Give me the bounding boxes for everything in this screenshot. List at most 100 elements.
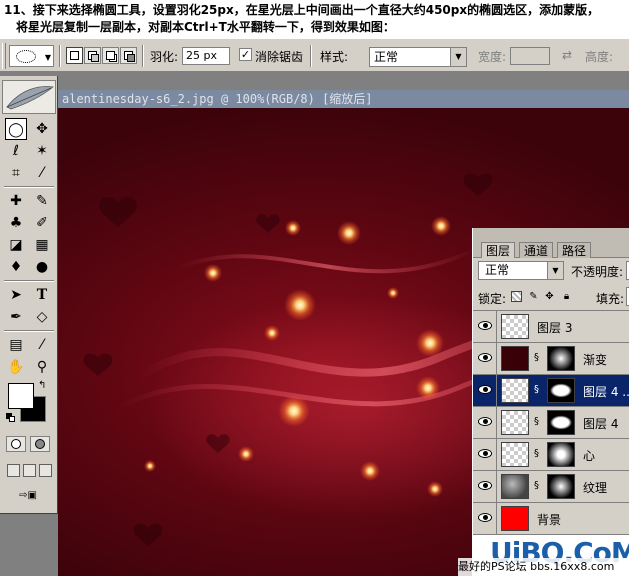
hand-tool-icon[interactable]: ✋ — [5, 356, 27, 378]
eye-icon — [478, 353, 492, 362]
lasso-tool-icon[interactable]: ℓ — [5, 140, 27, 162]
pen-tool-icon[interactable]: ✒ — [5, 306, 27, 328]
chevron-down-icon: ▼ — [450, 48, 466, 66]
elliptical-marquee-tool-icon[interactable]: ◯ — [5, 118, 27, 140]
full-screen-mode-button[interactable] — [39, 464, 52, 477]
layer-row[interactable]: § 图层 4 — [473, 407, 629, 439]
clone-stamp-tool-icon[interactable]: ♣ — [5, 212, 27, 234]
divider — [59, 45, 61, 67]
lock-position-icon[interactable]: ✥ — [544, 291, 555, 302]
default-colors-icon[interactable] — [6, 413, 15, 422]
type-tool-icon[interactable]: T — [31, 284, 53, 306]
eye-icon — [478, 385, 492, 394]
layer-row[interactable]: 图层 3 — [473, 311, 629, 343]
link-chain-icon[interactable]: § — [534, 480, 542, 494]
shape-tool-icon[interactable]: ◇ — [31, 306, 53, 328]
standard-screen-mode-button[interactable] — [7, 464, 20, 477]
layer-row[interactable]: § 心 — [473, 439, 629, 471]
standard-mode-button[interactable] — [6, 436, 26, 452]
antialias-checkbox[interactable]: ✓ — [239, 48, 252, 61]
visibility-toggle[interactable] — [473, 375, 497, 406]
layer-thumbnail — [501, 506, 529, 531]
layer-mask-thumbnail[interactable] — [547, 346, 575, 371]
eye-icon — [478, 417, 492, 426]
dodge-tool-icon[interactable]: ● — [31, 256, 53, 278]
full-screen-menu-mode-button[interactable] — [23, 464, 36, 477]
history-brush-tool-icon[interactable]: ✐ — [31, 212, 53, 234]
feather-logo-icon[interactable] — [2, 80, 56, 114]
layers-panel-tabs: 图层 通道 路径 — [473, 228, 629, 258]
layer-row-selected[interactable]: § 图层 4 .. — [473, 375, 629, 407]
fill-label: 填充: — [596, 292, 625, 306]
move-tool-icon[interactable]: ✥ — [31, 118, 53, 140]
tab-layers[interactable]: 图层 — [481, 242, 516, 258]
lock-image-icon[interactable]: ✎ — [528, 291, 539, 302]
watermark-subtitle: 最好的PS论坛 bbs.16xx8.com — [458, 558, 629, 576]
eyedropper-tool-icon[interactable]: ⁄ — [31, 334, 53, 356]
layer-thumbnail — [501, 346, 529, 371]
swap-colors-icon[interactable]: ↰ — [38, 380, 46, 391]
intersect-selection-button[interactable] — [120, 47, 137, 64]
quick-mask-mode-button[interactable] — [30, 436, 50, 452]
new-selection-button[interactable] — [66, 47, 83, 64]
magic-wand-tool-icon[interactable]: ✶ — [31, 140, 53, 162]
tool-preset-picker[interactable]: ▼ — [9, 45, 54, 67]
notes-tool-icon[interactable]: ▤ — [5, 334, 27, 356]
blur-tool-icon[interactable]: ♦ — [5, 256, 27, 278]
path-selection-tool-icon[interactable]: ➤ — [5, 284, 27, 306]
jump-to-imageready-icon[interactable]: ⇨▣ — [6, 488, 50, 504]
link-chain-icon[interactable]: § — [534, 448, 542, 462]
gradient-tool-icon[interactable]: ▦ — [31, 234, 53, 256]
width-label: 宽度: — [478, 50, 507, 64]
style-select[interactable]: 正常 ▼ — [369, 47, 467, 67]
layer-mask-thumbnail[interactable] — [547, 474, 575, 499]
visibility-toggle[interactable] — [473, 311, 497, 342]
style-label: 样式: — [320, 50, 349, 64]
blend-mode-value: 正常 — [485, 263, 510, 277]
subtract-from-selection-button[interactable] — [102, 47, 119, 64]
visibility-toggle[interactable] — [473, 343, 497, 374]
chevron-down-icon: ▼ — [547, 262, 563, 279]
visibility-toggle[interactable] — [473, 407, 497, 438]
foreground-color-swatch[interactable] — [8, 383, 34, 409]
layer-name: 心 — [583, 449, 596, 463]
height-label: 高度: — [585, 50, 614, 64]
lock-transparency-icon[interactable] — [511, 291, 522, 302]
visibility-toggle[interactable] — [473, 503, 497, 534]
document-title-bar[interactable]: alentinesday-s6_2.jpg @ 100%(RGB/8) [缩放后… — [58, 90, 629, 108]
layer-row[interactable]: 背景 — [473, 503, 629, 535]
link-chain-icon[interactable]: § — [534, 352, 542, 366]
layer-thumbnail — [501, 378, 529, 403]
options-bar-grip[interactable] — [2, 43, 6, 69]
link-chain-icon[interactable]: § — [534, 384, 542, 398]
visibility-toggle[interactable] — [473, 471, 497, 502]
instruction-line-2: 将星光层复制一层副本，对副本Ctrl+T水平翻转一下，得到效果如图： — [16, 20, 395, 34]
crop-tool-icon[interactable]: ⌗ — [5, 162, 27, 184]
slice-tool-icon[interactable]: ⁄ — [31, 162, 53, 184]
layer-name: 背景 — [537, 513, 562, 527]
lock-all-icon[interactable]: 🔒︎ — [561, 291, 572, 302]
layer-mask-thumbnail[interactable] — [547, 442, 575, 467]
brush-tool-icon[interactable]: ✎ — [31, 190, 53, 212]
layer-row[interactable]: § 渐变 — [473, 343, 629, 375]
add-to-selection-button[interactable] — [84, 47, 101, 64]
width-input[interactable] — [510, 47, 550, 65]
zoom-tool-icon[interactable]: ⚲ — [31, 356, 53, 378]
eye-icon — [478, 513, 492, 522]
layer-mask-thumbnail[interactable] — [547, 378, 575, 403]
feather-input[interactable]: 25 px — [182, 47, 230, 65]
eraser-tool-icon[interactable]: ◪ — [5, 234, 27, 256]
style-value: 正常 — [374, 50, 399, 64]
layer-name: 纹理 — [583, 481, 608, 495]
layer-mask-thumbnail[interactable] — [547, 410, 575, 435]
healing-brush-tool-icon[interactable]: ✚ — [5, 190, 27, 212]
options-bar: ▼ 羽化: 25 px ✓ 消除锯齿 样式: 正常 ▼ 宽度: ⇄ 高度: — [0, 38, 629, 72]
link-chain-icon[interactable]: § — [534, 416, 542, 430]
layer-row[interactable]: § 纹理 — [473, 471, 629, 503]
feather-label: 羽化: — [150, 50, 179, 64]
tab-channels[interactable]: 通道 — [519, 242, 554, 258]
tab-paths[interactable]: 路径 — [557, 242, 592, 258]
swap-dimensions-icon[interactable]: ⇄ — [562, 48, 572, 62]
blend-mode-select[interactable]: 正常 ▼ — [478, 261, 564, 280]
visibility-toggle[interactable] — [473, 439, 497, 470]
